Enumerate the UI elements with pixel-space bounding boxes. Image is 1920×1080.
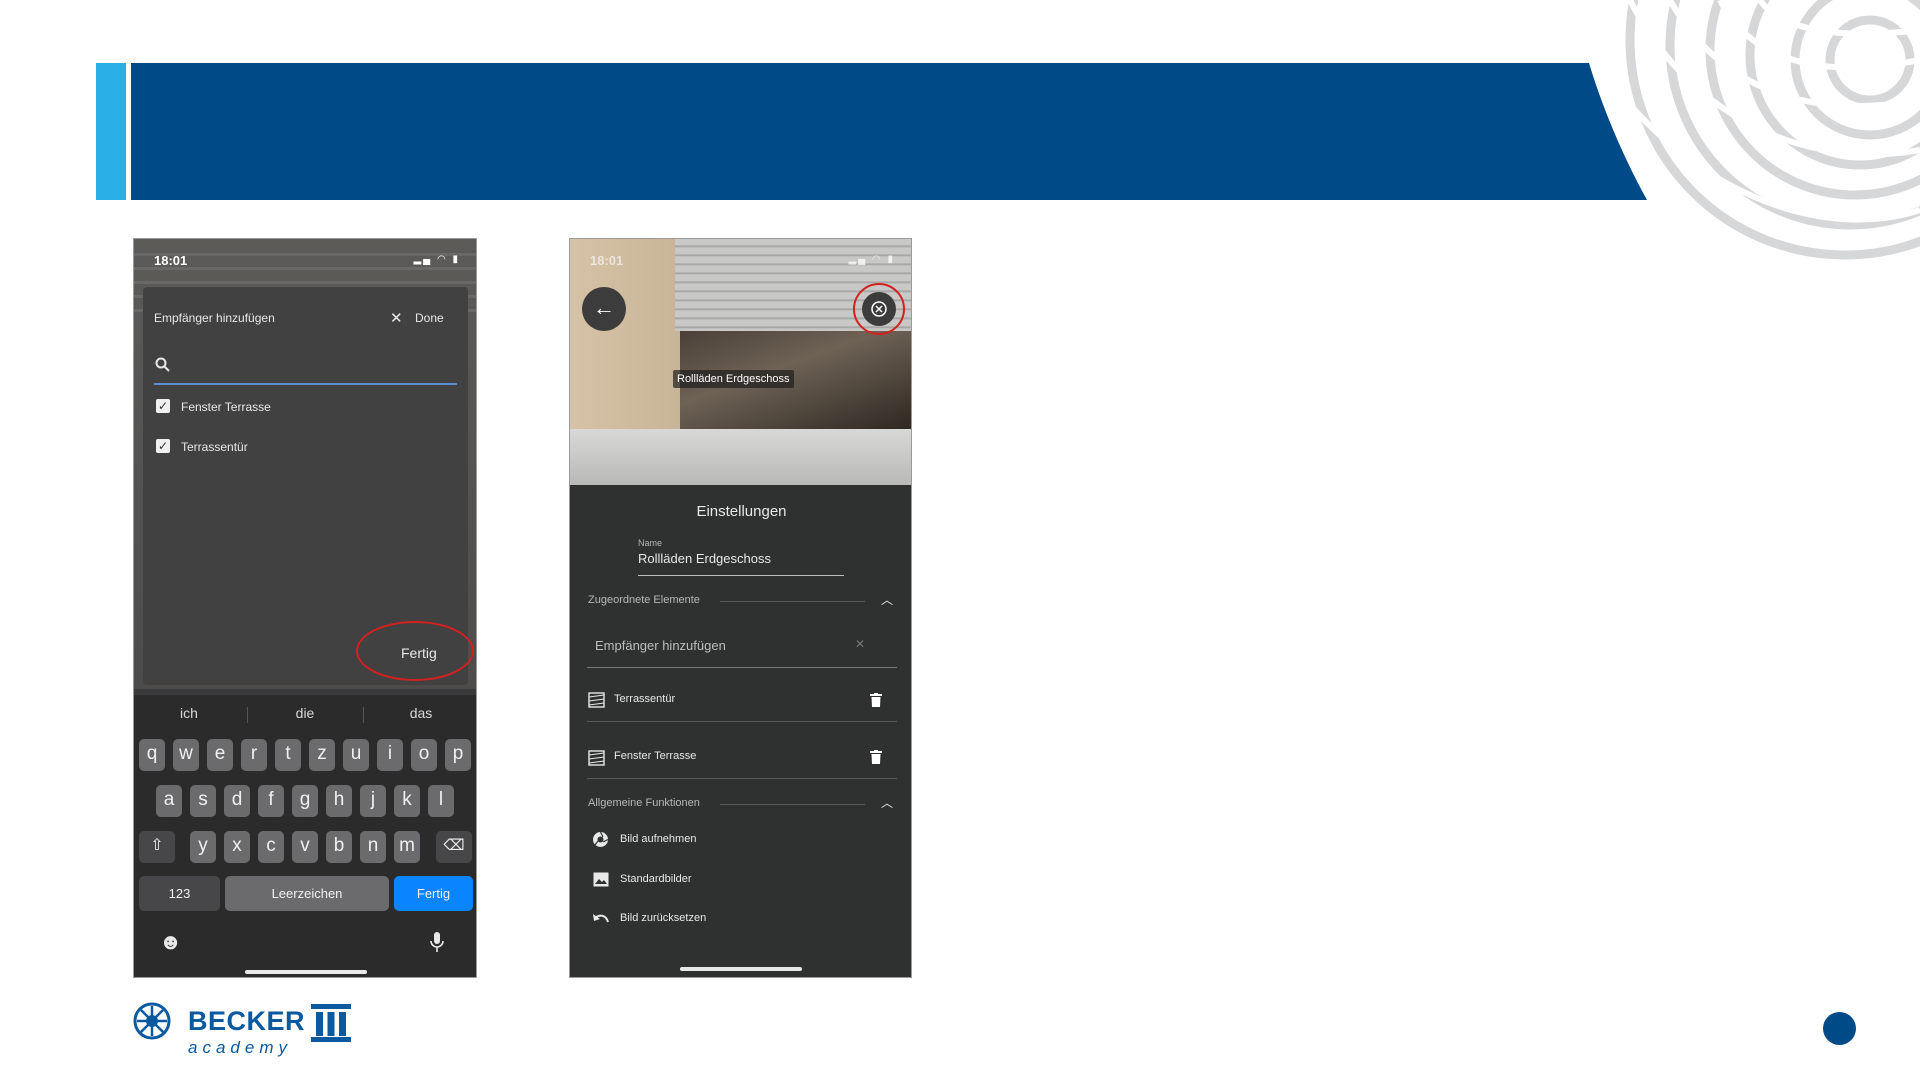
key[interactable]: u xyxy=(343,739,369,771)
key[interactable]: p xyxy=(445,739,471,771)
function-take-picture[interactable]: Bild aufnehmen xyxy=(620,833,696,845)
emoji-icon[interactable]: ☻ xyxy=(159,929,182,955)
done-button[interactable]: Done xyxy=(415,311,444,325)
key[interactable]: y xyxy=(190,831,216,863)
back-arrow-icon[interactable]: ← xyxy=(582,287,626,331)
image-icon xyxy=(593,872,609,887)
status-icons: ▂▄ ◠ ▮ xyxy=(413,254,460,265)
shutter-icon xyxy=(588,692,605,708)
chevron-up-icon[interactable]: ︿ xyxy=(881,794,893,811)
key[interactable]: a xyxy=(156,785,182,817)
key[interactable]: o xyxy=(411,739,437,771)
key[interactable]: z xyxy=(309,739,335,771)
status-icons: ▂▄ ◠ ▮ xyxy=(848,254,895,265)
phone-screenshot-add-recipients: 18:01 ▂▄ ◠ ▮ Empfänger hinzufügen ✕ Done… xyxy=(133,238,477,978)
key[interactable]: r xyxy=(241,739,267,771)
suggestion[interactable]: die xyxy=(250,705,360,721)
suggestion[interactable]: das xyxy=(366,705,476,721)
shutter-icon xyxy=(588,750,605,766)
becker-logo-icon xyxy=(133,1002,171,1040)
key[interactable]: f xyxy=(258,785,284,817)
clear-icon[interactable]: ✕ xyxy=(855,637,865,651)
search-icon xyxy=(155,357,170,372)
name-underline xyxy=(638,575,844,576)
divider xyxy=(587,721,897,722)
search-input[interactable] xyxy=(154,383,457,385)
divider xyxy=(587,778,897,779)
camera-aperture-icon xyxy=(593,831,609,847)
close-icon[interactable]: ✕ xyxy=(390,309,403,327)
page-number-badge xyxy=(1823,1012,1856,1045)
key[interactable]: m xyxy=(394,831,420,863)
highlight-circle xyxy=(853,283,905,335)
key[interactable]: h xyxy=(326,785,352,817)
decorative-spiral-graphic xyxy=(1610,0,1920,260)
key[interactable]: b xyxy=(326,831,352,863)
key[interactable]: w xyxy=(173,739,199,771)
brand-subtitle: academy xyxy=(188,1038,292,1057)
phone-screenshot-settings: 18:01 ▂▄ ◠ ▮ ← Rollläden Erdgeschoss Ein… xyxy=(569,238,912,978)
key[interactable]: x xyxy=(224,831,250,863)
dialog-title: Empfänger hinzufügen xyxy=(154,311,275,325)
function-default-images[interactable]: Standardbilder xyxy=(620,873,692,885)
undo-icon xyxy=(593,914,609,923)
name-caption: Name xyxy=(638,538,663,548)
key[interactable]: t xyxy=(275,739,301,771)
key[interactable]: k xyxy=(394,785,420,817)
brand-name: BECKER xyxy=(188,1006,306,1036)
header-title-band xyxy=(131,63,1647,200)
keyboard: ich die das q w e r t z u i o p a s d f … xyxy=(134,695,476,977)
photo-label: Rollläden Erdgeschoss xyxy=(673,370,794,388)
home-indicator xyxy=(245,970,367,974)
key[interactable]: j xyxy=(360,785,386,817)
divider xyxy=(587,667,897,668)
return-key[interactable]: Fertig xyxy=(394,876,473,911)
function-reset-image[interactable]: Bild zurücksetzen xyxy=(620,912,706,924)
key[interactable]: n xyxy=(360,831,386,863)
becker-academy-logo: BECKER academy xyxy=(133,1000,353,1062)
header-accent-bar xyxy=(96,63,126,200)
key[interactable]: g xyxy=(292,785,318,817)
item-label: Terrassentür xyxy=(181,440,248,454)
backspace-icon[interactable]: ⌫ xyxy=(436,831,472,863)
divider xyxy=(720,804,865,805)
highlight-circle xyxy=(356,621,474,681)
key[interactable]: q xyxy=(139,739,165,771)
section-assigned-title: Zugeordnete Elemente xyxy=(588,594,700,606)
trash-icon[interactable] xyxy=(870,750,882,764)
key[interactable]: v xyxy=(292,831,318,863)
name-field[interactable]: Rollläden Erdgeschoss xyxy=(638,551,771,566)
section-general-title: Allgemeine Funktionen xyxy=(588,797,700,809)
space-key[interactable]: Leerzeichen xyxy=(225,876,389,911)
key[interactable]: c xyxy=(258,831,284,863)
key[interactable]: e xyxy=(207,739,233,771)
key[interactable]: l xyxy=(428,785,454,817)
suggestion[interactable]: ich xyxy=(134,705,244,721)
checkbox-terrassentuer[interactable]: ✓ xyxy=(156,439,170,453)
key[interactable]: s xyxy=(190,785,216,817)
assigned-item-label: Fenster Terrasse xyxy=(614,750,697,762)
shift-icon[interactable]: ⇧ xyxy=(139,831,175,863)
photo-sill xyxy=(570,429,911,485)
status-time: 18:01 xyxy=(590,253,624,268)
trash-icon[interactable] xyxy=(870,693,882,707)
home-indicator xyxy=(680,967,802,971)
settings-title: Einstellungen xyxy=(696,503,787,520)
add-recipient-input[interactable]: Empfänger hinzufügen xyxy=(595,638,726,653)
chevron-up-icon[interactable]: ︿ xyxy=(881,591,893,608)
key[interactable]: d xyxy=(224,785,250,817)
academy-pillars-icon xyxy=(311,1004,351,1042)
status-time: 18:01 xyxy=(154,253,188,268)
numbers-key[interactable]: 123 xyxy=(139,876,220,911)
item-label: Fenster Terrasse xyxy=(181,400,271,414)
microphone-icon[interactable] xyxy=(430,931,444,953)
assigned-item-label: Terrassentür xyxy=(614,693,676,705)
key[interactable]: i xyxy=(377,739,403,771)
divider xyxy=(720,601,865,602)
checkbox-fenster-terrasse[interactable]: ✓ xyxy=(156,399,170,413)
